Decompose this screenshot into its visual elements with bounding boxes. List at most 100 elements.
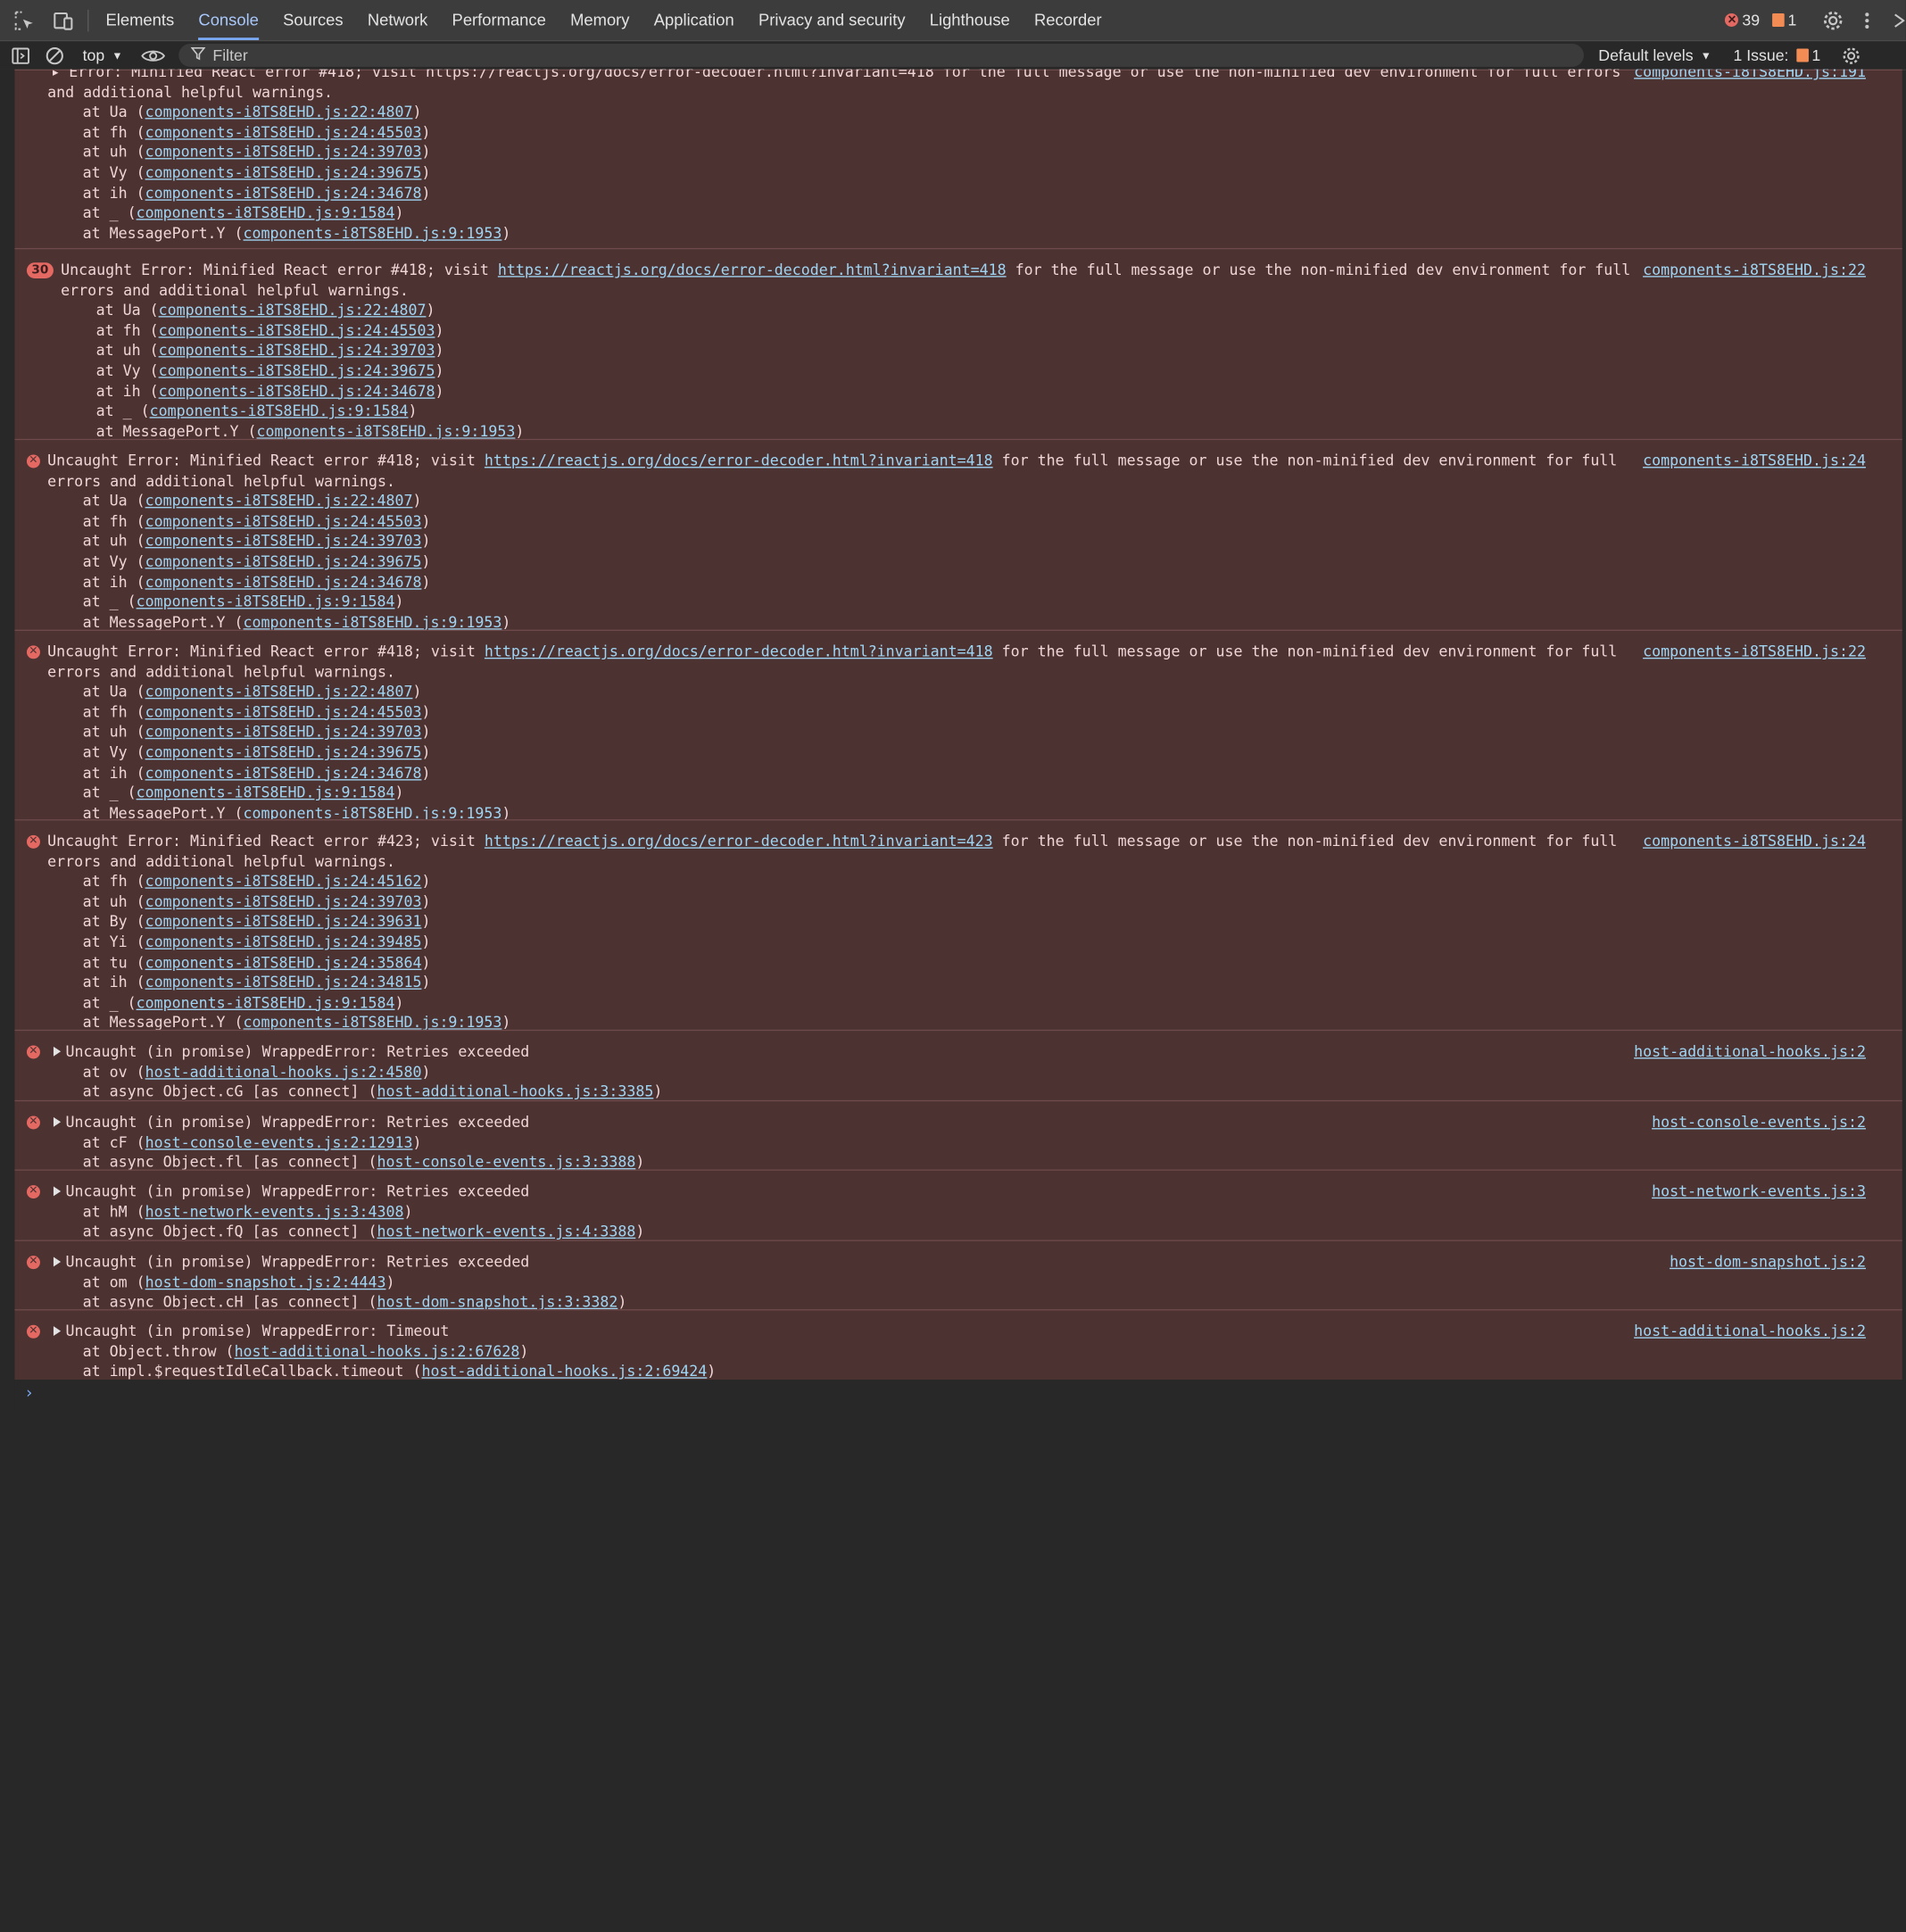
stack-frame-link[interactable]: host-additional-hooks.js:2:69424 [421, 1363, 707, 1380]
stack-frame-link[interactable]: host-dom-snapshot.js:2:4443 [145, 1273, 386, 1290]
expand-triangle-icon[interactable] [53, 1046, 62, 1057]
stack-frame-link[interactable]: components-i8TS8EHD.js:24:39675 [145, 553, 422, 570]
context-selector[interactable]: top ▼ [83, 46, 123, 64]
stack-frame-link[interactable]: components-i8TS8EHD.js:24:34678 [159, 383, 435, 400]
source-link[interactable]: components-i8TS8EHD.js:191 [1634, 70, 1866, 82]
source-link[interactable]: host-dom-snapshot.js:2 [1670, 1252, 1866, 1273]
stack-frame: at tu (components-i8TS8EHD.js:24:35864) [83, 952, 431, 973]
stack-frame-link[interactable]: components-i8TS8EHD.js:22:4807 [145, 104, 413, 120]
tab-performance[interactable]: Performance [440, 0, 559, 40]
error-message-line: Uncaught (in promise) WrappedError: Retr… [66, 1182, 530, 1202]
stack-frame-link[interactable]: components-i8TS8EHD.js:9:1584 [137, 204, 395, 221]
error-count-badge[interactable]: ✕ 39 [1725, 11, 1760, 29]
error-decoder-link[interactable]: https://reactjs.org/docs/error-decoder.h… [485, 833, 993, 850]
tab-elements[interactable]: Elements [94, 0, 186, 40]
stack-frame-link[interactable]: components-i8TS8EHD.js:24:39675 [145, 744, 422, 761]
stack-frame-link[interactable]: components-i8TS8EHD.js:24:39631 [145, 914, 422, 931]
stack-frame-link[interactable]: components-i8TS8EHD.js:24:39703 [145, 144, 422, 161]
stack-frame-link[interactable]: components-i8TS8EHD.js:9:1953 [244, 225, 502, 242]
tab-lighthouse[interactable]: Lighthouse [917, 0, 1022, 40]
stack-frame-link[interactable]: components-i8TS8EHD.js:22:4807 [145, 684, 413, 701]
device-toolbar-icon[interactable] [48, 5, 78, 35]
source-link[interactable]: host-additional-hooks.js:2 [1634, 1322, 1866, 1342]
stack-frame-link[interactable]: host-network-events.js:4:3388 [377, 1223, 635, 1240]
stack-frame-link[interactable]: components-i8TS8EHD.js:24:35864 [145, 954, 422, 971]
live-expression-eye-icon[interactable] [140, 42, 167, 69]
tab-recorder[interactable]: Recorder [1022, 0, 1114, 40]
error-icon: ✕ [26, 1045, 40, 1059]
settings-gear-icon[interactable] [1819, 5, 1848, 35]
error-decoder-link[interactable]: https://reactjs.org/docs/error-decoder.h… [485, 643, 993, 660]
stack-frame-link[interactable]: host-console-events.js:3:3388 [377, 1154, 635, 1171]
source-link[interactable]: host-additional-hooks.js:2 [1634, 1041, 1866, 1062]
tab-privacy-and-security[interactable]: Privacy and security [746, 0, 917, 40]
stack-frame-link[interactable]: components-i8TS8EHD.js:9:1584 [137, 784, 395, 801]
stack-frame-link[interactable]: components-i8TS8EHD.js:24:39675 [145, 164, 422, 181]
console-prompt-row[interactable]: › [14, 1380, 1902, 1409]
stack-frame-link[interactable]: components-i8TS8EHD.js:24:39485 [145, 933, 422, 950]
stack-frame-link[interactable]: components-i8TS8EHD.js:24:34678 [145, 185, 422, 202]
stack-frame-link[interactable]: components-i8TS8EHD.js:9:1953 [257, 423, 516, 440]
stack-frame-link[interactable]: components-i8TS8EHD.js:24:45503 [145, 513, 422, 530]
stack-frame-link[interactable]: components-i8TS8EHD.js:24:45503 [145, 703, 422, 720]
stack-frame-link[interactable]: components-i8TS8EHD.js:24:39703 [159, 342, 435, 359]
close-devtools-icon[interactable] [1892, 5, 1906, 35]
tab-sources[interactable]: Sources [271, 0, 356, 40]
tab-memory[interactable]: Memory [558, 0, 642, 40]
source-link[interactable]: components-i8TS8EHD.js:24 [1643, 451, 1866, 471]
stack-frame-link[interactable]: components-i8TS8EHD.js:24:34678 [145, 764, 422, 781]
stack-frame-link[interactable]: components-i8TS8EHD.js:24:39703 [145, 533, 422, 550]
stack-frame-link[interactable]: components-i8TS8EHD.js:9:1584 [150, 402, 409, 419]
stack-frame-link[interactable]: components-i8TS8EHD.js:24:34678 [145, 573, 422, 590]
error-decoder-link[interactable]: https://reactjs.org/docs/error-decoder.h… [498, 261, 1007, 278]
tab-application[interactable]: Application [642, 0, 746, 40]
source-link[interactable]: components-i8TS8EHD.js:22 [1643, 642, 1866, 662]
tab-bar-right: ✕ 39 1 [1725, 0, 1906, 40]
stack-frame-link[interactable]: components-i8TS8EHD.js:24:45162 [145, 873, 422, 890]
filter-input[interactable]: Filter [178, 44, 1584, 67]
stack-frame-link[interactable]: host-console-events.js:2:12913 [145, 1133, 413, 1150]
stack-frame-link[interactable]: components-i8TS8EHD.js:22:4807 [159, 302, 427, 319]
stack-frame-link[interactable]: host-dom-snapshot.js:3:3382 [377, 1294, 617, 1311]
stack-frame-link[interactable]: host-network-events.js:3:4308 [145, 1203, 404, 1220]
stack-frame-link[interactable]: host-additional-hooks.js:3:3385 [377, 1083, 653, 1100]
source-link[interactable]: host-console-events.js:2 [1652, 1112, 1866, 1132]
stack-frame-function: at uh ( [82, 533, 145, 551]
stack-frame-link[interactable]: components-i8TS8EHD.js:9:1953 [244, 614, 502, 631]
stack-frame-link[interactable]: components-i8TS8EHD.js:9:1584 [137, 994, 395, 1011]
stack-frame-link[interactable]: host-additional-hooks.js:2:67628 [235, 1343, 520, 1360]
source-link[interactable]: host-network-events.js:3 [1652, 1182, 1866, 1202]
stack-frame-link[interactable]: components-i8TS8EHD.js:24:34815 [145, 974, 422, 991]
console-error-entry: ✕ Uncaught (in promise) WrappedError: Ret… [14, 1099, 1902, 1171]
clear-console-icon[interactable] [41, 42, 68, 69]
expand-triangle-icon[interactable] [53, 1186, 62, 1197]
issues-button[interactable]: 1 Issue: 1 [1733, 46, 1820, 64]
sidebar-toggle-icon[interactable] [7, 42, 34, 69]
inspect-element-icon[interactable] [10, 5, 39, 35]
tab-network[interactable]: Network [355, 0, 440, 40]
stack-frame-link[interactable]: components-i8TS8EHD.js:24:45503 [159, 322, 435, 339]
source-link[interactable]: components-i8TS8EHD.js:24 [1643, 832, 1866, 852]
stack-frame-function: at async Object.cG [as connect] ( [82, 1082, 377, 1101]
console-settings-gear-icon[interactable] [1837, 42, 1864, 69]
expand-triangle-icon[interactable] [53, 1326, 62, 1337]
stack-frame-link[interactable]: components-i8TS8EHD.js:22:4807 [145, 493, 413, 510]
stack-frame-link[interactable]: components-i8TS8EHD.js:24:39703 [145, 724, 422, 741]
console-toolbar: top ▼ Filter Default levels ▼ 1 Issue: 1 [0, 41, 1906, 71]
warning-count-badge[interactable]: 1 [1771, 11, 1796, 29]
tab-console[interactable]: Console [186, 0, 271, 40]
expand-triangle-icon[interactable] [53, 1116, 62, 1127]
expand-triangle-icon[interactable] [53, 1256, 62, 1267]
more-options-icon[interactable] [1852, 5, 1882, 35]
source-link[interactable]: components-i8TS8EHD.js:22 [1643, 261, 1866, 281]
stack-frame-link[interactable]: components-i8TS8EHD.js:9:1584 [137, 593, 395, 610]
stack-frame: at om (host-dom-snapshot.js:2:4443) [83, 1273, 395, 1293]
log-levels-dropdown[interactable]: Default levels ▼ [1598, 46, 1711, 64]
stack-frame-link[interactable]: components-i8TS8EHD.js:24:39675 [159, 362, 435, 379]
stack-frame-link[interactable]: components-i8TS8EHD.js:24:45503 [145, 124, 422, 141]
stack-frame-close: ) [421, 163, 431, 181]
stack-frame-link[interactable]: host-additional-hooks.js:2:4580 [145, 1063, 422, 1080]
stack-frame: at uh (components-i8TS8EHD.js:24:39703) [83, 143, 431, 163]
stack-frame-link[interactable]: components-i8TS8EHD.js:24:39703 [145, 893, 422, 910]
error-decoder-link[interactable]: https://reactjs.org/docs/error-decoder.h… [485, 452, 993, 469]
